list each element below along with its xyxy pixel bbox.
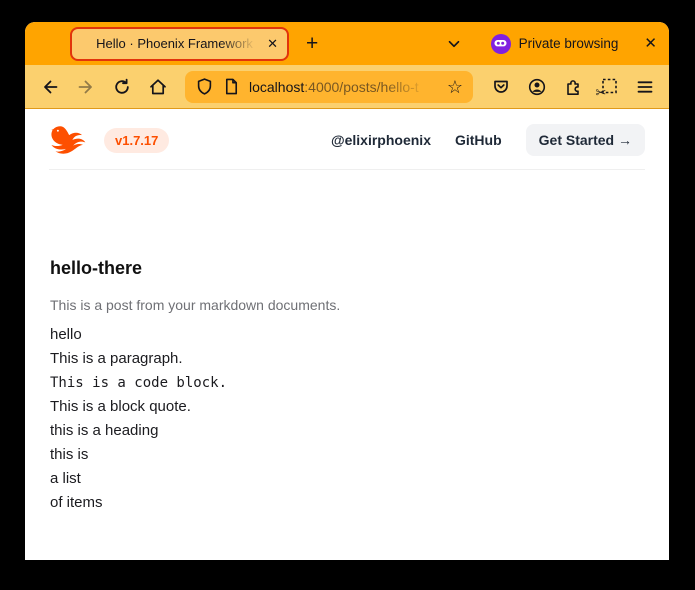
screenshot-icon[interactable]: ✂ — [594, 72, 623, 101]
list-tabs-chevron-down-icon[interactable] — [441, 31, 467, 57]
post-line: hello — [50, 323, 644, 347]
back-icon[interactable] — [35, 72, 64, 101]
post-line: of items — [50, 491, 644, 515]
reload-icon[interactable] — [107, 72, 136, 101]
bookmark-star-icon[interactable]: ☆ — [447, 78, 463, 96]
post-article: hello-there This is a post from your mar… — [25, 170, 669, 515]
post-line: This is a block quote. — [50, 395, 644, 419]
tab-title: Hello · Phoenix Framework — [86, 36, 263, 51]
link-elixirphoenix[interactable]: @elixirphoenix — [331, 132, 431, 148]
pocket-icon[interactable] — [486, 72, 515, 101]
tab-close-icon[interactable]: ✕ — [267, 37, 278, 50]
header-nav-links: @elixirphoenix GitHub Get Started → — [331, 124, 645, 156]
private-browsing-badge: Private browsing — [491, 34, 619, 54]
scissors-glyph: ✂ — [596, 86, 607, 99]
post-line: this is — [50, 443, 644, 467]
url-text: localhost:4000/posts/hello-t — [249, 79, 438, 95]
desktop: { "browser": { "tab_title": "Hello · Pho… — [0, 0, 695, 590]
active-tab[interactable]: Hello · Phoenix Framework ✕ — [70, 27, 289, 61]
url-path: :4000/posts/hello-t — [304, 79, 418, 95]
private-browsing-label: Private browsing — [519, 36, 619, 51]
browser-window: Hello · Phoenix Framework ✕ + Private br… — [25, 22, 669, 560]
private-mask-icon — [491, 34, 511, 54]
post-line: this is a heading — [50, 419, 644, 443]
site-header: v1.7.17 @elixirphoenix GitHub Get Starte… — [25, 109, 669, 165]
link-github[interactable]: GitHub — [455, 132, 502, 148]
url-host: localhost — [249, 79, 304, 95]
post-subtitle: This is a post from your markdown docume… — [50, 294, 644, 316]
home-icon[interactable] — [143, 72, 172, 101]
tab-bar: Hello · Phoenix Framework ✕ + Private br… — [25, 22, 669, 65]
window-close-icon[interactable]: ✕ — [644, 36, 657, 51]
post-line-code: This is a code block. — [50, 371, 644, 395]
get-started-button[interactable]: Get Started → — [526, 124, 645, 156]
account-icon[interactable] — [522, 72, 551, 101]
url-bar[interactable]: localhost:4000/posts/hello-t ☆ — [185, 71, 473, 103]
post-line: This is a paragraph. — [50, 347, 644, 371]
page-info-icon[interactable] — [223, 77, 240, 96]
new-tab-button[interactable]: + — [306, 33, 318, 54]
tracking-shield-icon[interactable] — [195, 77, 214, 96]
phoenix-logo-icon[interactable] — [49, 125, 91, 155]
post-title: hello-there — [50, 258, 644, 279]
extensions-puzzle-icon[interactable] — [558, 72, 587, 101]
navigation-toolbar: localhost:4000/posts/hello-t ☆ ✂ — [25, 65, 669, 109]
version-badge: v1.7.17 — [104, 128, 169, 153]
page-content: v1.7.17 @elixirphoenix GitHub Get Starte… — [25, 109, 669, 560]
menu-hamburger-icon[interactable] — [630, 72, 659, 101]
post-line: a list — [50, 467, 644, 491]
forward-icon — [71, 72, 100, 101]
